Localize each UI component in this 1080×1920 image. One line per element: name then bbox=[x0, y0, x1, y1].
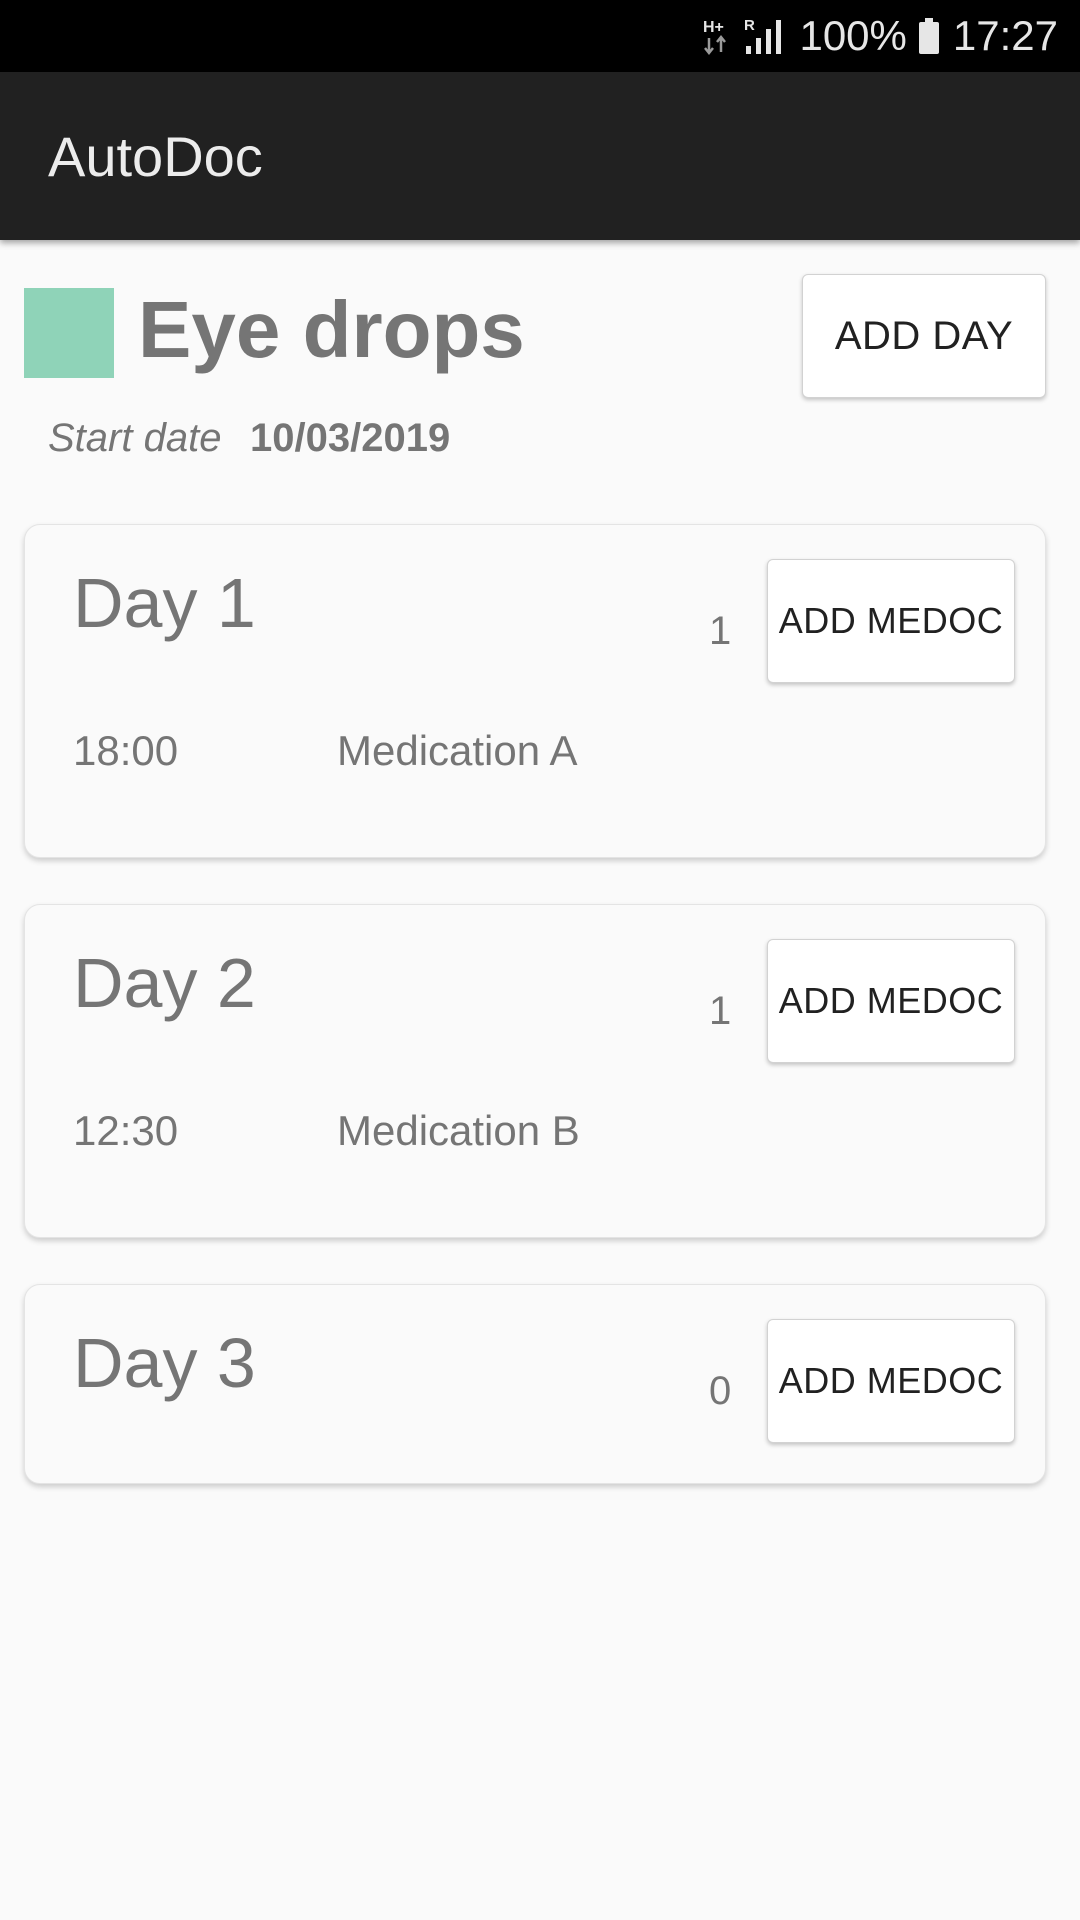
svg-text:H+: H+ bbox=[703, 19, 724, 36]
day-card-3[interactable]: Day 3 0 ADD MEDOC bbox=[24, 1284, 1046, 1484]
start-date-value[interactable]: 10/03/2019 bbox=[250, 412, 450, 464]
medication-name[interactable]: Medication A bbox=[337, 725, 577, 777]
battery-icon bbox=[917, 16, 941, 56]
day-title: Day 3 bbox=[73, 1324, 256, 1402]
day-title: Day 1 bbox=[73, 564, 256, 642]
add-medoc-button[interactable]: ADD MEDOC bbox=[767, 1319, 1015, 1443]
status-bar: H+ R 100% 17:27 bbox=[0, 0, 1080, 72]
medication-count: 1 bbox=[709, 989, 732, 1033]
start-date-label: Start date bbox=[48, 416, 222, 460]
medication-time[interactable]: 18:00 bbox=[73, 725, 178, 777]
app-title: AutoDoc bbox=[48, 124, 263, 188]
add-medoc-button[interactable]: ADD MEDOC bbox=[767, 559, 1015, 683]
medication-count: 0 bbox=[709, 1369, 732, 1413]
medication-time[interactable]: 12:30 bbox=[73, 1105, 178, 1157]
medication-count: 1 bbox=[709, 609, 732, 653]
add-day-button[interactable]: ADD DAY bbox=[802, 274, 1046, 398]
network-type-icon: H+ bbox=[701, 16, 731, 56]
day-title: Day 2 bbox=[73, 944, 256, 1022]
add-medoc-button[interactable]: ADD MEDOC bbox=[767, 939, 1015, 1063]
day-card-1[interactable]: Day 1 1 ADD MEDOC 18:00 Medication A bbox=[24, 524, 1046, 858]
signal-strength-icon: R bbox=[743, 16, 787, 56]
status-time: 17:27 bbox=[952, 12, 1058, 59]
treatment-color-swatch[interactable] bbox=[24, 288, 114, 378]
battery-percent: 100% bbox=[799, 12, 907, 59]
medication-name[interactable]: Medication B bbox=[337, 1105, 580, 1157]
day-card-2[interactable]: Day 2 1 ADD MEDOC 12:30 Medication B bbox=[24, 904, 1046, 1238]
svg-text:R: R bbox=[744, 17, 755, 34]
treatment-title: Eye drops bbox=[138, 285, 525, 374]
app-bar: AutoDoc bbox=[0, 72, 1080, 240]
